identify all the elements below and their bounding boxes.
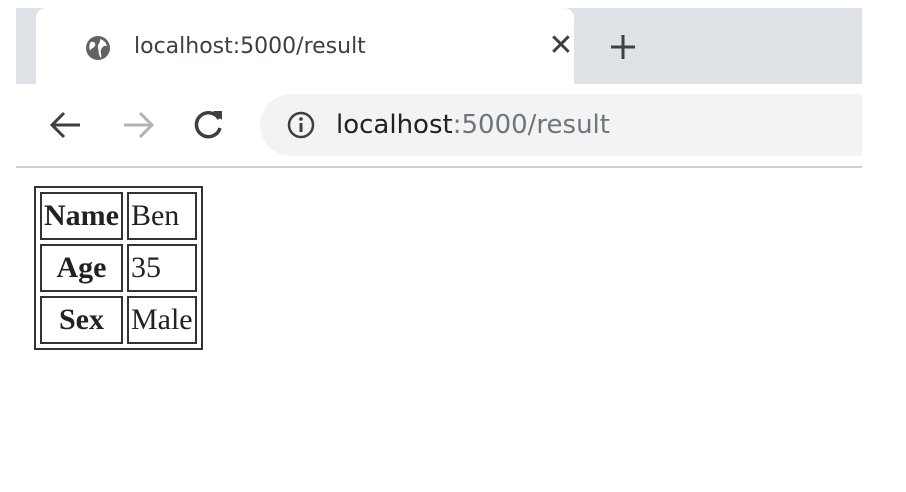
table-row: Age 35 [40,244,197,292]
result-table: Name Ben Age 35 Sex Male [34,186,203,350]
url-path: :5000/result [452,110,610,140]
address-bar[interactable]: localhost:5000/result [260,94,862,156]
tab-strip: localhost:5000/result ✕ [16,8,862,84]
arrow-right-icon[interactable] [118,105,158,145]
row-label: Age [40,244,123,292]
row-label: Name [40,192,123,240]
row-label: Sex [40,296,123,344]
navigation-toolbar: localhost:5000/result [16,84,862,166]
tab-active[interactable]: localhost:5000/result ✕ [36,8,574,84]
page-content: Name Ben Age 35 Sex Male [0,168,906,492]
globe-icon [83,33,113,63]
tab-title: localhost:5000/result [134,34,366,59]
arrow-left-icon[interactable] [46,105,86,145]
row-value: Male [126,296,197,344]
plus-icon[interactable] [606,30,640,64]
table-row: Sex Male [40,296,197,344]
close-icon[interactable]: ✕ [546,31,576,61]
browser-window: localhost:5000/result ✕ localhost:5000/r… [0,0,906,492]
reload-icon[interactable] [188,105,228,145]
table-row: Name Ben [40,192,197,240]
url-host: localhost [336,110,453,140]
info-icon[interactable] [286,110,316,140]
row-value: 35 [126,244,197,292]
row-value: Ben [126,192,197,240]
url-text[interactable]: localhost:5000/result [336,108,610,142]
